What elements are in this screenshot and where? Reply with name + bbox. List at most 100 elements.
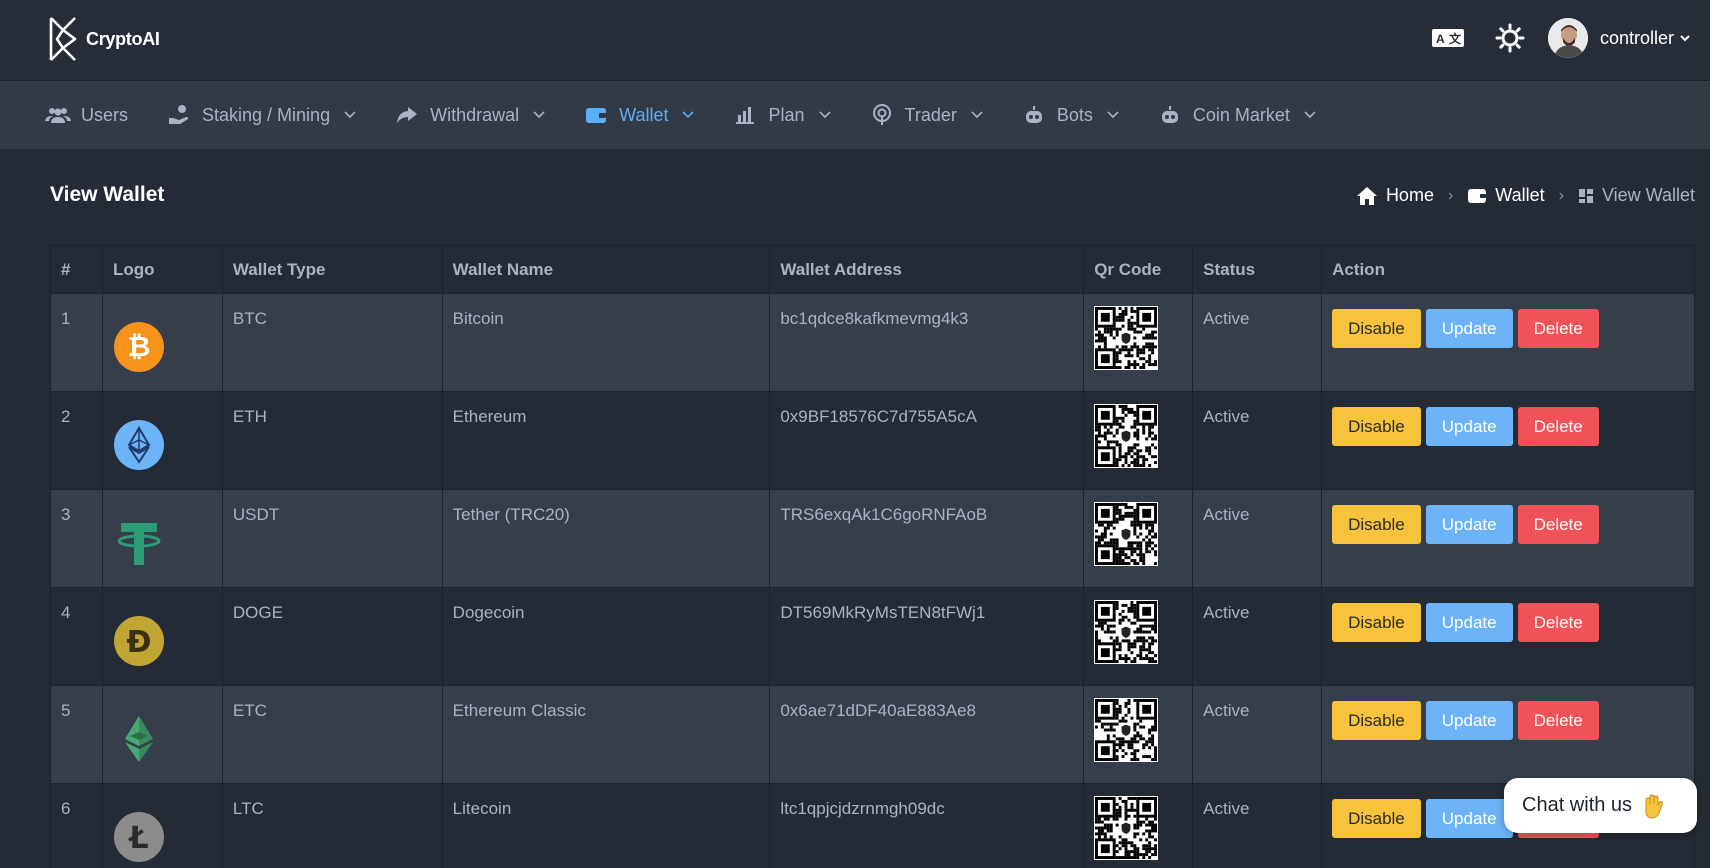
delete-button[interactable]: Delete (1517, 701, 1599, 740)
translate-icon[interactable]: A 文 (1428, 18, 1468, 58)
status-cell: Active (1192, 391, 1323, 490)
ethereum-icon (113, 419, 165, 471)
wallet-address: ltc1qpjcjdzrnmgh09dc (780, 799, 945, 818)
row-number: 6 (61, 799, 71, 818)
nav-item-users[interactable]: Users (45, 104, 128, 126)
wallet-name: Tether (TRC20) (452, 505, 570, 524)
table-row: 2 ETH Ethereum 0x9BF18576C7d755A5cA Active Di… (50, 391, 1695, 490)
wallet-name-cell: Tether (TRC20) (441, 489, 771, 588)
nav-item-trader[interactable]: Trader (869, 104, 983, 126)
row-number-cell: 2 (50, 391, 103, 490)
wallet-type: ETC (232, 701, 267, 720)
disable-button[interactable]: Disable (1332, 505, 1421, 544)
delete-button[interactable]: Delete (1517, 309, 1599, 348)
wallet-address-cell: 0x6ae71dDF40aE883Ae8 (769, 685, 1085, 784)
nav-item-wallet[interactable]: Wallet (583, 104, 695, 126)
tether-icon (113, 517, 165, 569)
nav-label: Coin Market (1192, 104, 1290, 125)
wallet-address-cell: bc1qdce8kafkmevmg4k3 (769, 293, 1085, 392)
action-cell: DisableUpdateDelete (1321, 587, 1695, 686)
nav-item-withdrawal[interactable]: Withdrawal (394, 104, 545, 126)
chevron-down-icon (1304, 111, 1316, 119)
wallet-type: LTC (232, 799, 264, 818)
bitcoin-icon: ₿ (113, 321, 165, 373)
logo-cell (101, 391, 223, 490)
status-text: Active (1203, 701, 1250, 720)
update-button[interactable]: Update (1425, 799, 1513, 838)
robot-icon (1021, 104, 1047, 126)
qr-code-cell (1083, 783, 1194, 868)
breadcrumb-label: Wallet (1495, 185, 1545, 205)
update-button[interactable]: Update (1425, 603, 1513, 642)
action-cell: DisableUpdateDelete (1321, 293, 1695, 392)
delete-button[interactable]: Delete (1517, 603, 1599, 642)
chevron-down-icon (344, 111, 356, 119)
svg-text:Ł: Ł (127, 821, 148, 856)
robot-icon (1157, 104, 1183, 126)
update-button[interactable]: Update (1425, 309, 1513, 348)
chevron-down-icon (971, 111, 983, 119)
breadcrumb: Home › Wallet › View Wallet (1356, 185, 1695, 206)
qr-code-cell (1083, 587, 1194, 686)
delete-button[interactable]: Delete (1517, 505, 1599, 544)
nav-item-bots[interactable]: Bots (1021, 104, 1119, 126)
disable-button[interactable]: Disable (1332, 407, 1421, 446)
svg-text:A: A (1436, 32, 1445, 46)
brand[interactable]: CryptoAI (48, 16, 160, 62)
column-header: Wallet Type (221, 245, 443, 294)
row-number: 1 (61, 309, 71, 328)
disable-button[interactable]: Disable (1332, 799, 1421, 838)
wallet-name-cell: Dogecoin (441, 587, 771, 686)
nav-item-staking[interactable]: Staking / Mining (166, 104, 356, 126)
table-header-row: # Logo Wallet Type Wallet Name Wallet Ad… (50, 245, 1695, 294)
sun-icon[interactable] (1490, 18, 1530, 58)
wallet-name: Ethereum Classic (452, 701, 586, 720)
avatar[interactable] (1547, 18, 1588, 58)
delete-button[interactable]: Delete (1517, 407, 1599, 446)
breadcrumb-separator: › (1447, 186, 1454, 204)
logo-cell: Ł (101, 783, 223, 868)
qr-code-image (1094, 502, 1159, 566)
status-cell: Active (1192, 293, 1323, 392)
status-cell: Active (1192, 685, 1323, 784)
wallet-name-cell: Bitcoin (441, 293, 771, 392)
share-arrow-icon (394, 104, 420, 126)
wallet-name: Litecoin (452, 799, 512, 818)
litecoin-icon: Ł (113, 811, 165, 863)
update-button[interactable]: Update (1425, 407, 1513, 446)
table-row: 6 Ł LTC Litecoin ltc1qpjcjdzrnmgh09dc Active D… (50, 783, 1695, 868)
wallet-type: ETH (232, 407, 267, 426)
disable-button[interactable]: Disable (1332, 701, 1421, 740)
qr-code-cell (1083, 489, 1194, 588)
update-button[interactable]: Update (1425, 701, 1513, 740)
breadcrumb-current: View Wallet (1578, 185, 1695, 206)
chevron-down-icon[interactable] (1680, 33, 1690, 43)
wallet-icon (1468, 188, 1487, 203)
status-cell: Active (1192, 587, 1323, 686)
breadcrumb-home[interactable]: Home (1356, 185, 1434, 206)
row-number: 2 (61, 407, 71, 426)
brand-logo-icon (49, 17, 77, 61)
qr-code-image (1094, 698, 1159, 762)
nav-item-coin-market[interactable]: Coin Market (1157, 104, 1316, 126)
breadcrumb-wallet[interactable]: Wallet (1467, 185, 1545, 206)
main-nav: Users Staking / Mining Withdrawal Wallet (0, 81, 1710, 149)
nav-label: Users (81, 104, 129, 125)
nav-item-plan[interactable]: Plan (732, 104, 831, 126)
table-row: 1 ₿ BTC Bitcoin bc1qdce8kafkmevmg4k3 Active Di… (50, 293, 1695, 392)
row-number: 5 (61, 701, 71, 720)
status-cell: Active (1192, 489, 1323, 588)
table-row: 5 ETC Ethereum Classic 0x6ae71dDF40aE883Ae8… (50, 685, 1695, 784)
chat-widget-button[interactable]: Chat with us (1504, 778, 1697, 833)
update-button[interactable]: Update (1425, 505, 1513, 544)
wallet-type-cell: USDT (221, 489, 443, 588)
wallet-address: 0x9BF18576C7d755A5cA (780, 407, 977, 426)
disable-button[interactable]: Disable (1332, 309, 1421, 348)
user-name[interactable]: controller (1600, 28, 1674, 49)
disable-button[interactable]: Disable (1332, 603, 1421, 642)
ethereum-classic-icon (113, 713, 165, 765)
wallet-type-cell: DOGE (221, 587, 443, 686)
row-number-cell: 1 (50, 293, 103, 392)
column-header: Action (1321, 245, 1695, 294)
chevron-down-icon (1107, 111, 1119, 119)
